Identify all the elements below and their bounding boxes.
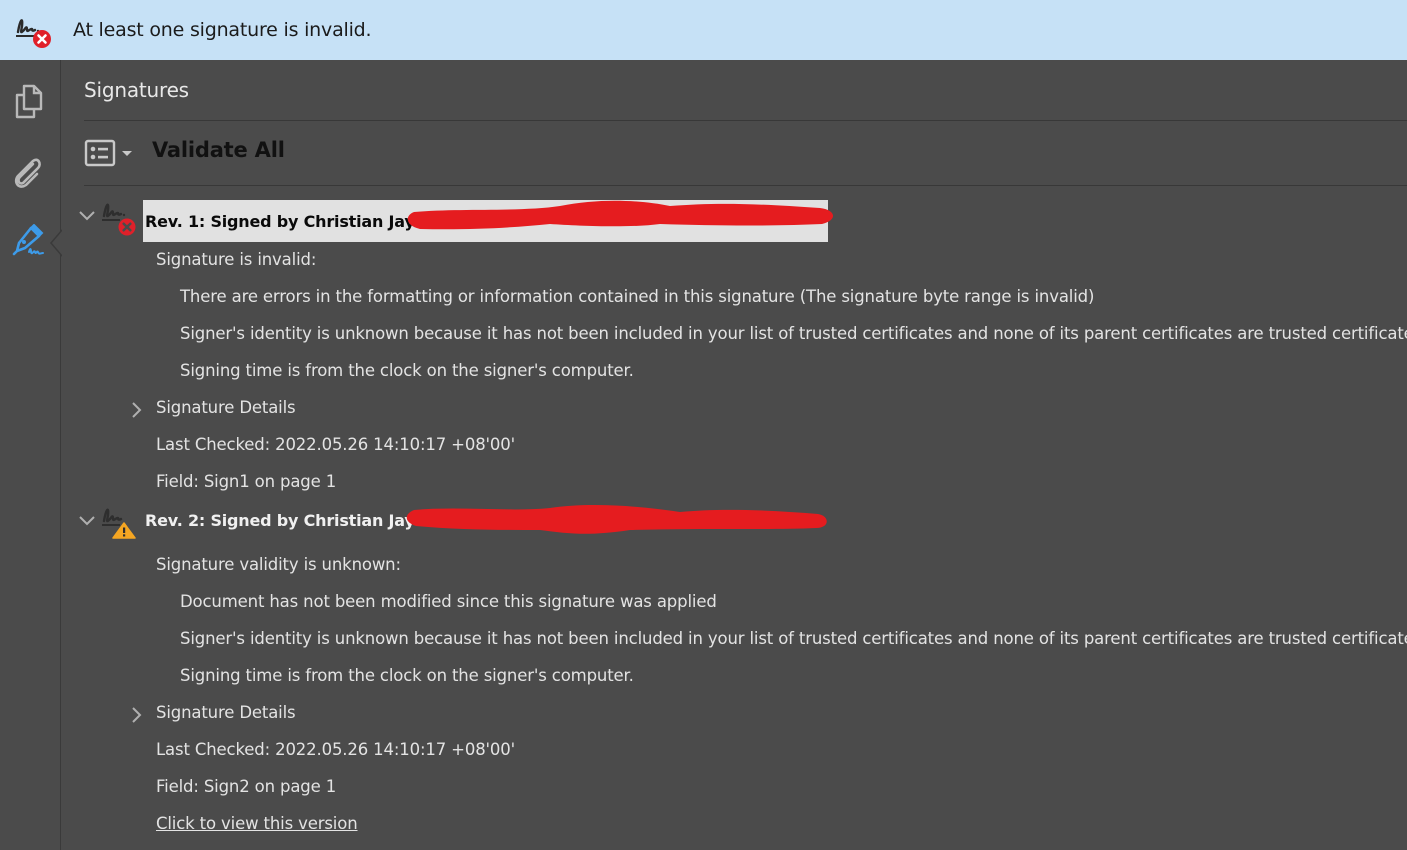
status-banner: At least one signature is invalid. (0, 0, 1407, 60)
signature-reason: There are errors in the formatting or in… (180, 287, 1095, 306)
panel-title: Signatures (84, 78, 189, 102)
signature-reason: Document has not been modified since thi… (180, 592, 717, 611)
signature-invalid-icon (16, 19, 51, 48)
signature-reason: Signing time is from the clock on the si… (180, 361, 634, 380)
last-checked: Last Checked: 2022.05.26 14:10:17 +08'00… (156, 435, 516, 454)
left-navigation-rail (0, 60, 61, 850)
signature-reason: Signer's identity is unknown because it … (180, 324, 1407, 343)
options-menu-button[interactable] (84, 138, 136, 168)
signature-summary: Signature validity is unknown: (156, 555, 401, 574)
collapse-chevron-icon[interactable] (78, 210, 96, 222)
view-version-link[interactable]: Click to view this version (156, 814, 358, 833)
signature-reason: Signer's identity is unknown because it … (180, 629, 1407, 648)
attachments-button[interactable] (6, 150, 50, 194)
signature-warning-icon (102, 508, 136, 539)
last-checked: Last Checked: 2022.05.26 14:10:17 +08'00… (156, 740, 516, 759)
pages-icon (15, 84, 43, 119)
expand-chevron-icon[interactable] (130, 401, 142, 419)
signature-header-rev1[interactable]: Rev. 1: Signed by Christian Jay (143, 200, 828, 242)
signature-summary: Signature is invalid: (156, 250, 317, 269)
signature-title: Rev. 1: Signed by Christian Jay (145, 211, 415, 231)
signature-header-rev2[interactable]: Rev. 2: Signed by Christian Jay (143, 499, 415, 541)
validate-all-button[interactable]: Validate All (152, 138, 285, 162)
signature-title: Rev. 2: Signed by Christian Jay (145, 510, 415, 530)
divider (84, 185, 1407, 186)
signature-reason: Signing time is from the clock on the si… (180, 666, 634, 685)
page-thumbnails-button[interactable] (6, 80, 50, 124)
signature-details-toggle[interactable]: Signature Details (156, 703, 296, 722)
redaction-mark (406, 505, 827, 534)
signature-invalid-icon (102, 203, 136, 236)
options-list-icon (84, 139, 116, 167)
banner-message: At least one signature is invalid. (73, 19, 372, 41)
collapse-chevron-icon[interactable] (78, 515, 96, 527)
signatures-button[interactable] (6, 220, 50, 264)
signature-field: Field: Sign2 on page 1 (156, 777, 337, 796)
caret-down-icon (122, 151, 132, 156)
signature-field: Field: Sign1 on page 1 (156, 472, 337, 491)
signature-details-toggle[interactable]: Signature Details (156, 398, 296, 417)
divider (84, 120, 1407, 121)
expand-chevron-icon[interactable] (130, 706, 142, 724)
paperclip-icon (14, 158, 41, 188)
signature-pen-icon (12, 224, 44, 256)
active-panel-pointer (50, 229, 63, 257)
